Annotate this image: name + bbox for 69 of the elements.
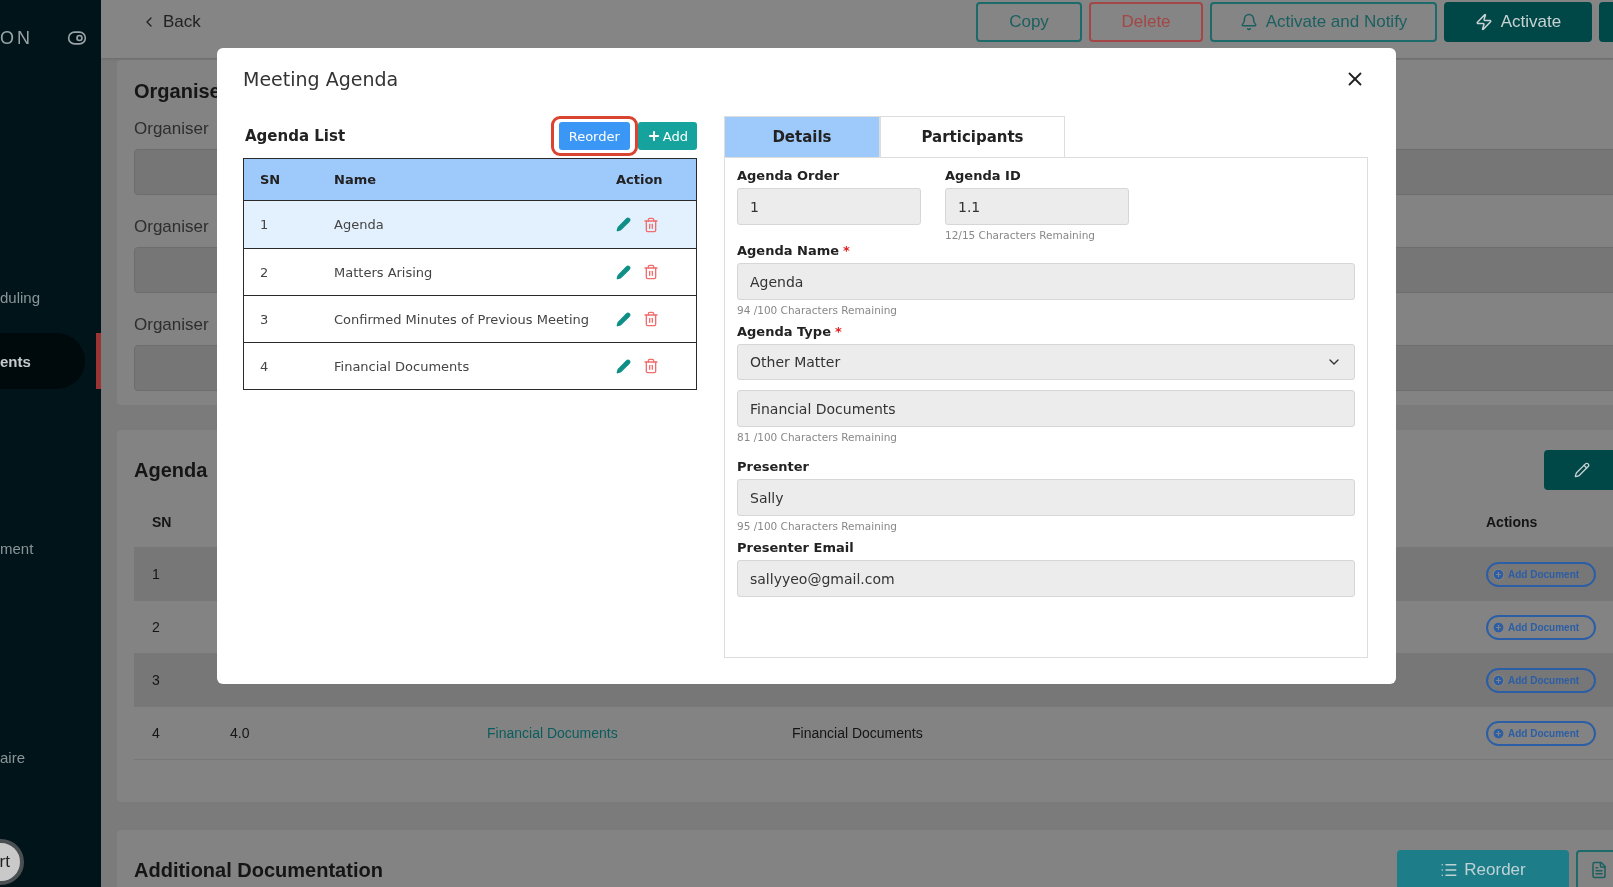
modal-title: Meeting Agenda xyxy=(243,68,399,90)
edit-button[interactable] xyxy=(1544,450,1613,490)
action-button[interactable]: Activate xyxy=(1444,2,1592,42)
character-count: 95 /100 Characters Remaining xyxy=(737,520,899,532)
plus-circle-icon xyxy=(1492,620,1505,634)
delete-button[interactable] xyxy=(643,216,659,233)
field-label: Presenter Email xyxy=(737,540,854,555)
field-label: Agenda ID xyxy=(945,168,1021,183)
sidebar-item[interactable]: ents xyxy=(0,333,85,389)
edit-button[interactable] xyxy=(616,264,631,280)
field-label: Organiser xyxy=(134,119,209,139)
character-count: 81 /100 Characters Remaining xyxy=(737,431,899,443)
list-icon xyxy=(1440,861,1459,879)
bell-icon xyxy=(1239,13,1258,31)
required-mark: * xyxy=(843,243,850,258)
delete-button[interactable] xyxy=(643,264,659,280)
lightning-icon xyxy=(1474,13,1493,31)
back-link[interactable]: Back xyxy=(141,0,201,44)
text-field[interactable]: Agenda xyxy=(737,263,1355,300)
edit-button[interactable] xyxy=(616,358,631,374)
text-field[interactable]: 1.1 xyxy=(945,188,1129,225)
section-title: Organise xyxy=(134,80,221,103)
field-label: Agenda Order xyxy=(737,168,840,183)
table-cell-text: 4.0 xyxy=(230,725,251,741)
sidebar-item[interactable]: ment xyxy=(0,520,101,576)
column-header: Action xyxy=(616,172,664,187)
delete-button[interactable] xyxy=(643,311,659,327)
column-header: SN xyxy=(152,513,173,530)
text-field[interactable]: sallyyeo@gmail.com xyxy=(737,560,1355,597)
table-cell-text: 4 xyxy=(152,725,161,741)
section-title: Additional Documentation xyxy=(134,858,383,882)
plus-circle-icon xyxy=(1492,673,1505,687)
edit-button[interactable] xyxy=(616,217,631,232)
column-header: Actions xyxy=(1486,513,1539,530)
delete-button[interactable] xyxy=(643,358,659,374)
edit-button[interactable] xyxy=(616,311,631,327)
required-mark: * xyxy=(834,324,842,339)
text-field[interactable]: Financial Documents xyxy=(737,390,1355,427)
agenda-row[interactable]: 1 Agenda xyxy=(244,201,696,248)
plus-icon xyxy=(646,129,661,143)
table-cell-text: 3 xyxy=(152,672,161,688)
character-count: 94 /100 Characters Remaining xyxy=(737,304,899,316)
sidebar-item[interactable]: duling xyxy=(0,269,101,325)
table-cell-text: Financial Documents xyxy=(792,725,924,741)
field-label: Agenda Name xyxy=(737,243,840,258)
select-field[interactable]: Other Matter xyxy=(737,344,1355,380)
plus-circle-icon xyxy=(1492,726,1505,740)
field-label: Agenda Type xyxy=(737,324,831,339)
tab[interactable]: Participants xyxy=(880,116,1065,157)
table-cell-text: 1 xyxy=(152,566,161,582)
column-header: SN xyxy=(260,172,282,187)
field-label: Organiser xyxy=(134,217,209,237)
text-field[interactable]: 1 xyxy=(737,188,921,225)
profile-button[interactable]: rt xyxy=(0,839,24,885)
section-title: Agenda xyxy=(134,458,208,482)
column-header: Name xyxy=(334,172,377,187)
plus-circle-icon xyxy=(1492,567,1505,581)
table-cell-text: 2 xyxy=(152,619,161,635)
pencil-icon xyxy=(1574,462,1590,478)
text-field[interactable]: Sally xyxy=(737,479,1355,516)
field-label: Organiser xyxy=(134,315,209,335)
field-label: Presenter xyxy=(737,459,809,474)
logo: ON xyxy=(0,27,33,49)
list-title: Agenda List xyxy=(245,127,346,145)
sidebar-item[interactable]: aire xyxy=(0,729,101,785)
toggle-icon[interactable] xyxy=(67,28,87,48)
tab[interactable]: Details xyxy=(724,116,880,157)
document-icon xyxy=(1590,861,1608,879)
character-count: 12/15 Characters Remaining xyxy=(945,229,1096,241)
